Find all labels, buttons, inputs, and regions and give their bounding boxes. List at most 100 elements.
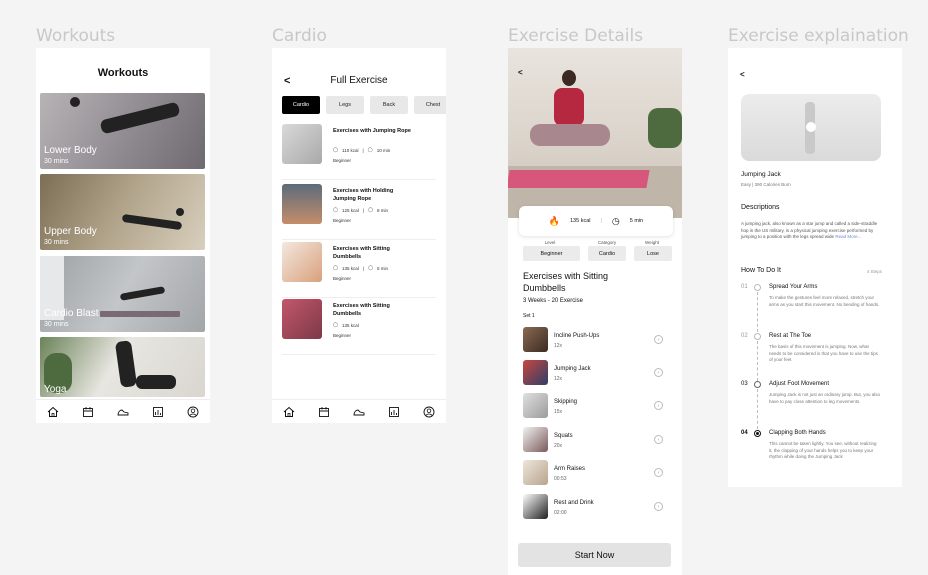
step-connector xyxy=(757,341,758,381)
yoga-mat xyxy=(100,311,180,317)
workout-card-name: Lower Body xyxy=(44,145,97,156)
category-chips: Cardio Legs Back Chest xyxy=(282,96,446,114)
workout-card-yoga[interactable]: Yoga xyxy=(40,337,205,397)
chevron-right-icon[interactable]: › xyxy=(654,468,663,477)
step-indicator xyxy=(754,333,761,340)
chip-back[interactable]: Back xyxy=(370,96,408,114)
chevron-right-icon[interactable]: › xyxy=(654,435,663,444)
shoe-icon[interactable] xyxy=(353,406,365,418)
how-to-heading: How To Do It xyxy=(741,267,781,274)
step-item[interactable]: Rest and Drink 02:00 › xyxy=(523,494,663,522)
step-thumbnail xyxy=(523,494,548,519)
workout-card-name: Yoga xyxy=(44,384,67,395)
chevron-right-icon[interactable]: › xyxy=(654,368,663,377)
step-item[interactable]: Jumping Jack 12x › xyxy=(523,360,663,388)
exercise-kcal: 125 kcal xyxy=(342,207,359,213)
exercise-time: 8 min xyxy=(377,207,389,213)
start-now-button[interactable]: Start Now xyxy=(518,543,671,567)
exercise-meta: ◯ 125 kcal | ◯ 8 min xyxy=(333,207,389,213)
exercise-item[interactable]: Exercises with Sitting Dumbbells ◯ 135 kc… xyxy=(282,297,436,355)
chevron-right-icon[interactable]: › xyxy=(654,502,663,511)
chip-chest[interactable]: Chest xyxy=(414,96,446,114)
frame-title-explanation: Exercise explaination xyxy=(728,26,909,46)
exercise-time: 5 min xyxy=(377,265,389,271)
clock-icon: ◷ xyxy=(611,215,620,226)
profile-icon[interactable] xyxy=(423,406,435,418)
step-number: 01 xyxy=(741,284,748,290)
step-name: Spread Your Arms xyxy=(769,284,818,290)
info-card: 🔥 135 kcal | ◷ 5 min xyxy=(519,206,673,236)
video-preview[interactable] xyxy=(741,94,881,161)
exercise-item[interactable]: Exercises with Holding Jumping Rope ◯ 125… xyxy=(282,182,436,240)
workout-card-duration: 30 mins xyxy=(44,239,69,246)
exercise-subtitle: 3 Weeks - 20 Exercise xyxy=(523,298,583,304)
home-icon[interactable] xyxy=(47,406,59,418)
workout-card-upper-body[interactable]: Upper Body 30 mins xyxy=(40,174,205,250)
step-text: This cannot be taken lightly. You see, w… xyxy=(769,441,877,459)
flame-icon: ◯ xyxy=(333,322,339,327)
exercise-title: Exercises with Jumping Rope xyxy=(333,128,411,134)
step-name: Adjust Foot Movement xyxy=(769,381,830,387)
weight-value: Lose xyxy=(634,246,672,261)
exercise-item[interactable]: Exercises with Sitting Dumbbells ◯ 135 kc… xyxy=(282,240,436,298)
step-indicator xyxy=(754,381,761,388)
person-figure xyxy=(121,213,183,231)
exercise-thumbnail xyxy=(282,124,322,164)
workout-card-lower-body[interactable]: Lower Body 30 mins xyxy=(40,93,205,169)
stats-icon[interactable] xyxy=(152,406,164,418)
stats-icon[interactable] xyxy=(388,406,400,418)
step-item[interactable]: Squats 20x › xyxy=(523,427,663,455)
chevron-right-icon[interactable]: › xyxy=(654,401,663,410)
chip-legs[interactable]: Legs xyxy=(326,96,364,114)
bottom-nav xyxy=(36,399,210,423)
back-button[interactable]: < xyxy=(284,75,290,87)
step-item[interactable]: Incline Push-Ups 12x › xyxy=(523,327,663,355)
chevron-right-icon[interactable]: › xyxy=(654,335,663,344)
exercise-title: Exercises with Sitting Dumbbells xyxy=(333,303,390,317)
home-icon[interactable] xyxy=(283,406,295,418)
steps-count: 4 Steps xyxy=(866,269,882,274)
page-title: Workouts xyxy=(97,67,149,79)
workout-card-name: Cardio Blast xyxy=(44,308,99,319)
play-icon[interactable] xyxy=(806,122,816,132)
workout-card-cardio-blast[interactable]: Cardio Blast 30 mins xyxy=(40,256,205,332)
exercise-meta: ◯ 135 kcal | ◯ 5 min xyxy=(333,265,389,271)
shoe-icon[interactable] xyxy=(117,406,129,418)
step-value: 00:53 xyxy=(554,476,567,482)
chip-cardio[interactable]: Cardio xyxy=(282,96,320,114)
calendar-icon[interactable] xyxy=(318,406,330,418)
step-item[interactable]: Skipping 15x › xyxy=(523,393,663,421)
calendar-icon[interactable] xyxy=(82,406,94,418)
frame-title-details: Exercise Details xyxy=(508,26,644,46)
step-name: Skipping xyxy=(554,399,578,405)
step-name: Incline Push-Ups xyxy=(554,333,600,339)
exercise-kcal: 135 kcal xyxy=(342,322,359,328)
step-name: Arm Raises xyxy=(554,466,586,472)
back-button[interactable]: < xyxy=(740,70,745,79)
flame-icon: ◯ xyxy=(333,147,339,152)
exercise-level: Beginner xyxy=(333,333,352,338)
clock-icon: ◯ xyxy=(367,265,374,270)
person-figure xyxy=(99,101,181,135)
clock-icon: ◯ xyxy=(367,207,374,212)
yoga-mat xyxy=(508,170,650,188)
exercise-meta: ◯ 135 kcal xyxy=(333,322,359,328)
exercise-thumbnail xyxy=(282,299,322,339)
descriptions-heading: Descriptions xyxy=(741,204,780,211)
person-figure xyxy=(119,286,166,301)
person-top xyxy=(554,88,584,126)
read-more-link[interactable]: Read More... xyxy=(835,234,861,239)
exercise-item[interactable]: Exercises with Jumping Rope ◯ 110 kcal | ◯ 1… xyxy=(282,122,436,180)
exercise-title: Jumping Jack xyxy=(741,171,781,178)
exercise-details-screen: < 🔥 135 kcal | ◷ 5 min Level Category We… xyxy=(508,48,682,575)
step-item[interactable]: Arm Raises 00:53 › xyxy=(523,460,663,488)
exercise-title: Exercises with Sitting Dumbbells xyxy=(333,246,390,260)
step-text: Jumping Jack is not just an ordinary jum… xyxy=(769,392,881,404)
back-button[interactable]: < xyxy=(518,68,523,77)
exercise-title: Exercises with Sitting Dumbbells xyxy=(523,271,609,293)
profile-icon[interactable] xyxy=(187,406,199,418)
person-head xyxy=(70,97,80,107)
step-name: Rest at The Toe xyxy=(769,333,812,339)
exercise-level: Beginner xyxy=(333,158,352,163)
step-value: 20x xyxy=(554,443,563,449)
